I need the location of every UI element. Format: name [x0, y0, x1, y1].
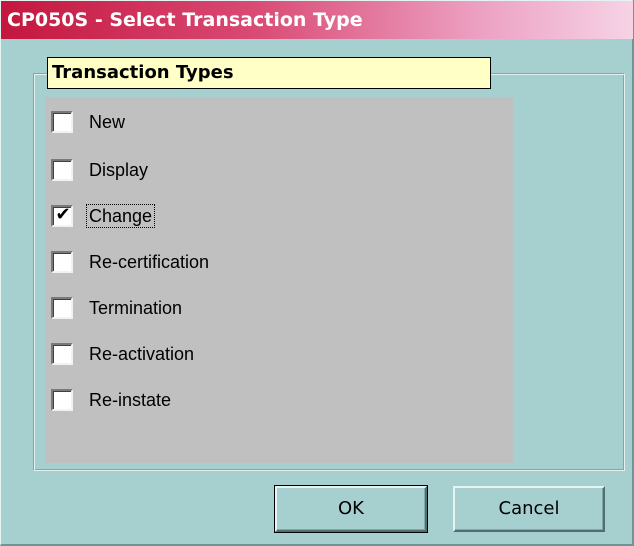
group-label: Transaction Types — [47, 57, 491, 89]
cancel-button[interactable]: Cancel — [453, 486, 605, 532]
checkmark-icon — [54, 158, 72, 180]
checkbox-reinstate[interactable] — [51, 389, 73, 411]
checkmark-icon — [54, 342, 72, 364]
option-change[interactable]: ✔ Change — [51, 203, 156, 229]
option-label-display[interactable]: Display — [87, 159, 150, 181]
checkbox-termination[interactable] — [51, 297, 73, 319]
checkmark-icon — [54, 250, 72, 272]
checkbox-recertification[interactable] — [51, 251, 73, 273]
option-reinstate[interactable]: Re-instate — [51, 387, 173, 413]
checkmark-icon — [54, 388, 72, 410]
checkbox-new[interactable] — [51, 111, 73, 133]
checkmark-icon — [54, 296, 72, 318]
checkmark-icon — [54, 110, 72, 132]
option-new[interactable]: New — [51, 109, 127, 135]
checkbox-change[interactable]: ✔ — [51, 204, 73, 227]
checkbox-reactivation[interactable] — [51, 343, 73, 365]
checkbox-display[interactable] — [51, 159, 73, 181]
option-reactivation[interactable]: Re-activation — [51, 341, 196, 367]
ok-button[interactable]: OK — [274, 485, 428, 533]
option-label-termination[interactable]: Termination — [87, 297, 184, 319]
option-recertification[interactable]: Re-certification — [51, 249, 211, 275]
window-title: CP050S - Select Transaction Type — [7, 9, 363, 31]
option-label-new[interactable]: New — [87, 111, 127, 133]
option-label-recertification[interactable]: Re-certification — [87, 251, 211, 273]
checkmark-icon: ✔ — [55, 204, 71, 225]
option-label-reactivation[interactable]: Re-activation — [87, 343, 196, 365]
option-label-change[interactable]: Change — [85, 204, 156, 228]
title-bar[interactable]: CP050S - Select Transaction Type — [1, 1, 633, 39]
option-termination[interactable]: Termination — [51, 295, 184, 321]
option-display[interactable]: Display — [51, 157, 150, 183]
option-label-reinstate[interactable]: Re-instate — [87, 389, 173, 411]
dialog-window: CP050S - Select Transaction Type Transac… — [0, 0, 634, 546]
